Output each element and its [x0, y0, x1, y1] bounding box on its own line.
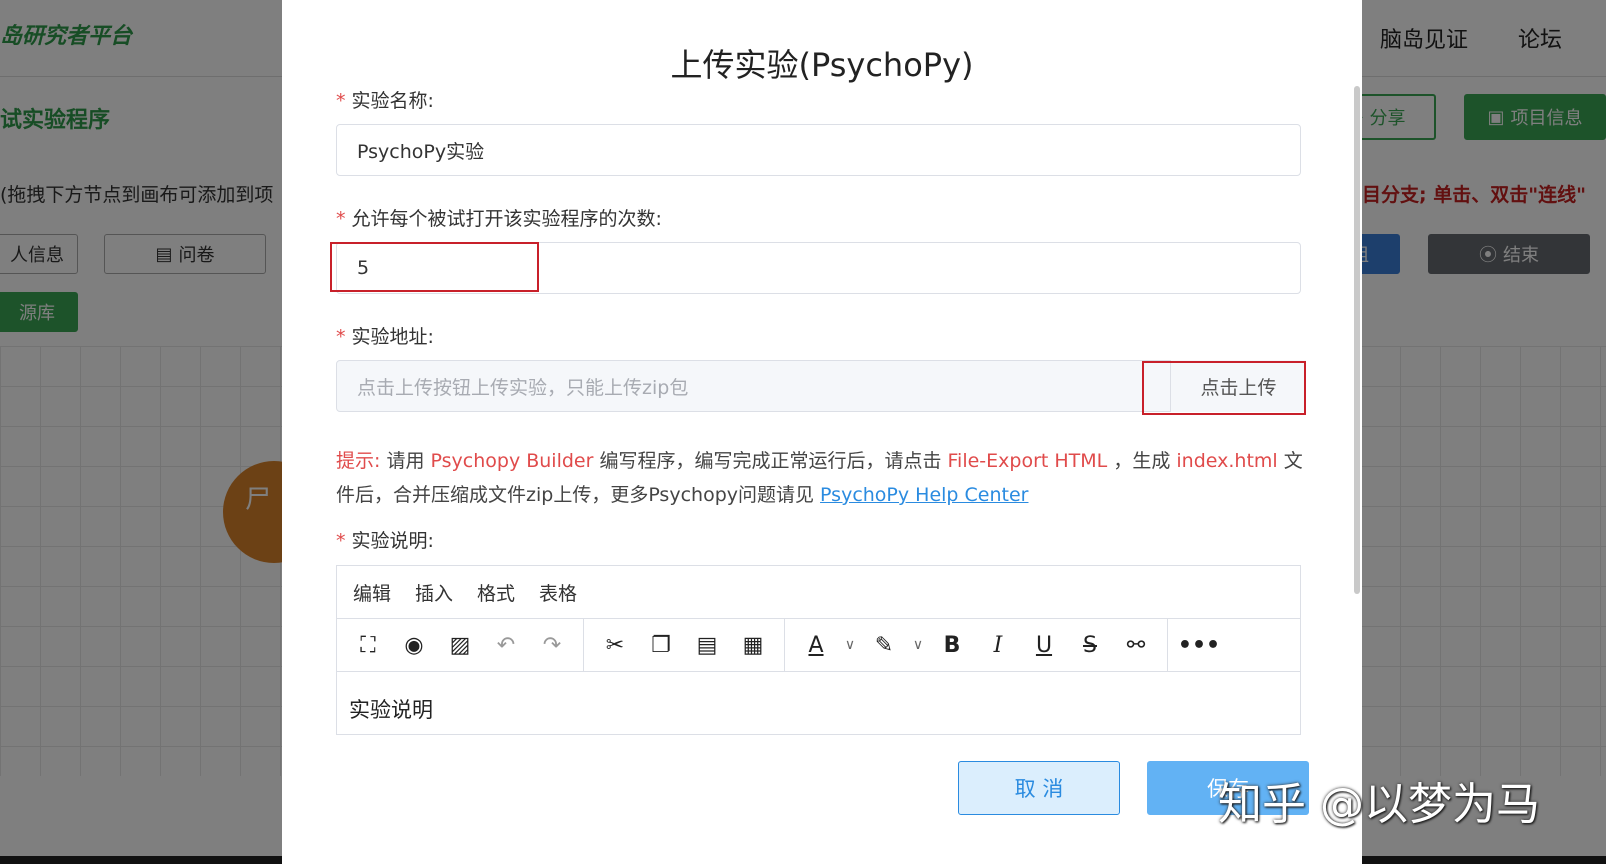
text-color-icon[interactable]: A — [793, 625, 839, 665]
attempts-highlight-box — [330, 242, 539, 292]
experiment-name-input[interactable]: PsychoPy实验 — [336, 124, 1301, 176]
required-mark: * — [336, 326, 346, 348]
help-center-link[interactable]: PsychoPy Help Center — [820, 484, 1028, 506]
experiment-address-label: * 实验地址: — [336, 326, 434, 348]
menu-table[interactable]: 表格 — [539, 579, 577, 606]
upload-tip: 提示: 请用 Psychopy Builder 编写程序，编写完成正常运行后，请… — [336, 450, 1303, 506]
editor-toolbar: ⛶ ◉ ▨ ↶ ↷ ✂ ❐ ▤ ▦ A ∨ ✎ ∨ B I U S ⚯ ••• — [337, 619, 1300, 672]
required-mark: * — [336, 90, 346, 112]
menu-edit[interactable]: 编辑 — [353, 579, 391, 606]
highlight-color-icon[interactable]: ✎ — [861, 625, 907, 665]
menu-format[interactable]: 格式 — [477, 579, 515, 606]
undo-icon[interactable]: ↶ — [483, 625, 529, 665]
image-icon[interactable]: ▨ — [437, 625, 483, 665]
strikethrough-icon[interactable]: S — [1067, 625, 1113, 665]
underline-icon[interactable]: U — [1021, 625, 1067, 665]
chevron-down-icon[interactable]: ∨ — [839, 625, 861, 665]
rich-text-editor: 编辑 插入 格式 表格 ⛶ ◉ ▨ ↶ ↷ ✂ ❐ ▤ ▦ A ∨ ✎ ∨ B … — [336, 565, 1301, 735]
more-icon[interactable]: ••• — [1176, 625, 1222, 665]
cut-icon[interactable]: ✂ — [592, 625, 638, 665]
redo-icon[interactable]: ↷ — [529, 625, 575, 665]
paste-icon[interactable]: ▤ — [684, 625, 730, 665]
chevron-down-icon[interactable]: ∨ — [907, 625, 929, 665]
dialog-title: 上传实验(PsychoPy) — [670, 46, 974, 84]
description-label: * 实验说明: — [336, 530, 434, 552]
italic-icon[interactable]: I — [975, 625, 1021, 665]
preview-icon[interactable]: ◉ — [391, 625, 437, 665]
fullscreen-icon[interactable]: ⛶ — [345, 625, 391, 665]
editor-menubar: 编辑 插入 格式 表格 — [337, 566, 1300, 619]
bold-icon[interactable]: B — [929, 625, 975, 665]
cancel-button[interactable]: 取 消 — [958, 761, 1120, 815]
attempts-label: * 允许每个被试打开该实验程序的次数: — [336, 208, 662, 230]
menu-insert[interactable]: 插入 — [415, 579, 453, 606]
watermark: 知乎 @以梦为马 — [1218, 779, 1540, 830]
experiment-name-label: * 实验名称: — [336, 90, 434, 112]
paste-text-icon[interactable]: ▦ — [730, 625, 776, 665]
required-mark: * — [336, 530, 346, 552]
required-mark: * — [336, 208, 346, 230]
editor-content[interactable]: 实验说明 — [337, 672, 1300, 734]
link-icon[interactable]: ⚯ — [1113, 625, 1159, 665]
scrollbar[interactable] — [1354, 86, 1360, 594]
upload-highlight-box — [1142, 361, 1306, 415]
copy-icon[interactable]: ❐ — [638, 625, 684, 665]
